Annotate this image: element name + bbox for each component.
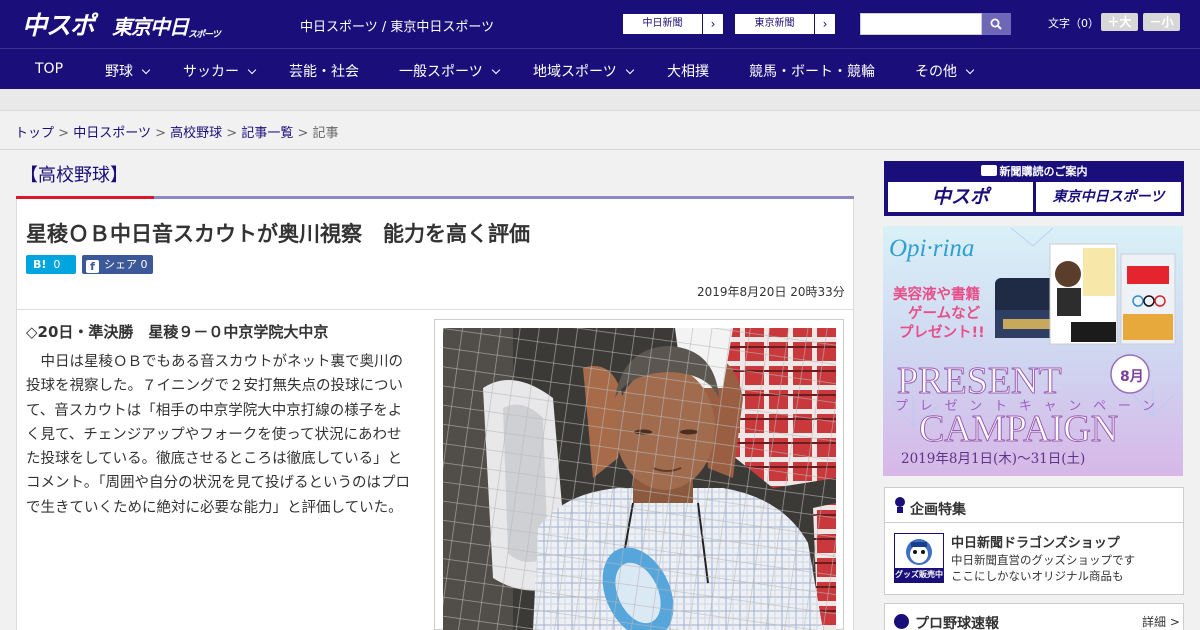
- nav-general-sports[interactable]: 一般スポーツ: [399, 61, 500, 81]
- facebook-icon: f: [86, 260, 99, 273]
- subscribe-tokyo-chunichi-button[interactable]: 東京中日スポーツ: [1036, 182, 1181, 212]
- top-header: 中スポ 東京中日スポーツ 中日スポーツ / 東京中日スポーツ 中日新聞 › 東京…: [0, 0, 1200, 48]
- chevron-down-icon: [141, 65, 151, 75]
- nav-label: 大相撲: [667, 64, 709, 80]
- chevron-down-icon: [625, 65, 634, 75]
- chuspo-logo[interactable]: 中スポ: [22, 6, 95, 42]
- breadcrumb-top[interactable]: トップ: [15, 126, 54, 141]
- article-timestamp: 2019年8月20日 20時33分: [697, 285, 845, 299]
- pro-baseball-title: プロ野球速報: [915, 616, 999, 630]
- search-button[interactable]: [982, 13, 1011, 35]
- article-headline: 星稜ＯＢ中日音スカウトが奥川視察 能力を高く評価: [26, 222, 530, 246]
- shop-badge: グッズ販売中: [895, 570, 943, 579]
- nav-label: 競馬・ボート・競輪: [749, 64, 875, 80]
- nav-label: 一般スポーツ: [399, 64, 483, 80]
- shop-desc-line: 中日新聞直営のグッズショップです: [951, 553, 1135, 567]
- feature-icon: [895, 497, 905, 513]
- nav-entertainment[interactable]: 芸能・社会: [289, 61, 359, 81]
- breadcrumb-chunichi-sports[interactable]: 中日スポーツ: [73, 126, 151, 141]
- banner-title-line1: PRESENT: [897, 360, 1062, 402]
- breadcrumb-current: 記事: [312, 126, 339, 141]
- banner-dates: 2019年8月1日(木)〜31日(土): [901, 451, 1085, 467]
- banner-tagline-1: 美容液や書籍: [893, 285, 980, 303]
- nav-label: TOP: [35, 61, 64, 77]
- chunichi-shimbun-label: 中日新聞: [623, 14, 703, 34]
- font-larger-button[interactable]: ＋大: [1101, 13, 1138, 31]
- facebook-share-count: 0: [140, 258, 148, 271]
- nav-label: サッカー: [183, 64, 239, 80]
- tokyo-logo-suffix: スポーツ: [188, 30, 221, 40]
- nav-label: その他: [915, 64, 957, 80]
- chevron-down-icon: [247, 65, 257, 75]
- divider: [16, 309, 854, 310]
- banner-tagline-2: ゲームなど: [908, 304, 981, 322]
- banner-title-line2: CAMPAIGN: [919, 408, 1118, 450]
- chunichi-shimbun-link[interactable]: 中日新聞 ›: [622, 13, 724, 35]
- pro-baseball-detail-link[interactable]: 詳細 >: [1142, 613, 1180, 630]
- dragons-shop-title[interactable]: 中日新聞ドラゴンズショップ: [951, 532, 1120, 551]
- article-category: 【高校野球】: [20, 165, 128, 186]
- newspaper-icon: [980, 165, 997, 176]
- nav-regional-sports[interactable]: 地域スポーツ: [533, 61, 634, 81]
- breadcrumb-separator: >: [58, 126, 70, 141]
- search-input[interactable]: [860, 13, 982, 35]
- tokyo-shimbun-link[interactable]: 東京新聞 ›: [734, 13, 836, 35]
- banner-month: 8月: [1120, 369, 1144, 385]
- breadcrumb: トップ > 中日スポーツ > 高校野球 > 記事一覧 > 記事: [15, 122, 339, 141]
- hatena-count: 0: [53, 258, 61, 271]
- nav-top[interactable]: TOP: [35, 61, 63, 77]
- facebook-share-label: シェア: [104, 258, 137, 271]
- article-photo[interactable]: [443, 328, 836, 630]
- shop-desc-line: ここにしかないオリジナル商品も: [951, 569, 1124, 583]
- search-icon: [990, 18, 1002, 30]
- breadcrumb-article-list[interactable]: 記事一覧: [241, 126, 293, 141]
- dragons-shop-thumbnail[interactable]: グッズ販売中: [894, 533, 944, 583]
- chevron-down-icon: [965, 65, 975, 75]
- hatena-bookmark-button[interactable]: B! 0: [26, 255, 76, 274]
- nav-other[interactable]: その他: [915, 61, 975, 81]
- breadcrumb-separator: >: [297, 126, 309, 141]
- nav-label: 野球: [105, 64, 133, 80]
- subscription-title[interactable]: 新聞購読のご案内: [884, 163, 1184, 179]
- font-smaller-button[interactable]: －小: [1143, 13, 1180, 31]
- subscribe-chuspo-button[interactable]: 中スポ: [888, 182, 1033, 212]
- chevron-down-icon: [491, 65, 500, 75]
- nav-baseball[interactable]: 野球: [105, 61, 151, 81]
- chevron-right-icon: ›: [710, 17, 716, 31]
- scout-photo: [443, 328, 836, 630]
- tokyo-logo-text: 東京中日: [112, 15, 189, 39]
- present-campaign-banner[interactable]: Opi·rina 美容液や書籍 ゲームなど プレゼント!! 8月 PRESENT…: [883, 226, 1183, 476]
- breadcrumb-separator: >: [226, 126, 238, 141]
- dragons-shop-description: 中日新聞直営のグッズショップです ここにしかないオリジナル商品も: [951, 552, 1135, 584]
- facebook-share-button[interactable]: f シェア 0: [82, 255, 153, 274]
- site-links[interactable]: 中日スポーツ / 東京中日スポーツ: [300, 16, 494, 35]
- tokyo-shimbun-label: 東京新聞: [735, 14, 815, 34]
- nav-racing[interactable]: 競馬・ボート・競輪: [749, 61, 875, 81]
- article-lead: ◇20日・準決勝 星稜９－０中京学院大中京: [26, 323, 329, 341]
- hatena-icon: B!: [33, 258, 47, 271]
- baseball-icon: [894, 614, 909, 629]
- breadcrumb-high-school-baseball[interactable]: 高校野球: [170, 126, 222, 141]
- nav-label: 芸能・社会: [289, 64, 359, 80]
- banner-brand: Opi·rina: [889, 235, 974, 262]
- nav-soccer[interactable]: サッカー: [183, 61, 257, 81]
- main-nav: TOP 野球 サッカー 芸能・社会 一般スポーツ 地域スポーツ 大相撲 競馬・ボ…: [0, 48, 1200, 89]
- nav-sumo[interactable]: 大相撲: [667, 61, 709, 81]
- tokyo-chunichi-logo[interactable]: 東京中日スポーツ: [112, 11, 221, 40]
- subscription-title-text: 新聞購読のご案内: [999, 165, 1088, 178]
- ad-band: [0, 89, 1200, 111]
- divider: [0, 149, 1200, 150]
- campaign-banner-art: Opi·rina 美容液や書籍 ゲームなど プレゼント!! 8月 PRESENT…: [883, 226, 1183, 476]
- chevron-right-icon: ›: [822, 17, 828, 31]
- article-body: 中日は星稜ＯＢでもある音スカウトがネット裏で奥川の投球を視察した。７イニングで２…: [26, 354, 410, 516]
- feature-panel-title: 企画特集: [910, 502, 966, 518]
- banner-tagline-3: プレゼント!!: [899, 323, 985, 341]
- font-size-label: 文字（0）: [1048, 17, 1099, 30]
- nav-label: 地域スポーツ: [533, 64, 617, 80]
- breadcrumb-separator: >: [155, 126, 166, 141]
